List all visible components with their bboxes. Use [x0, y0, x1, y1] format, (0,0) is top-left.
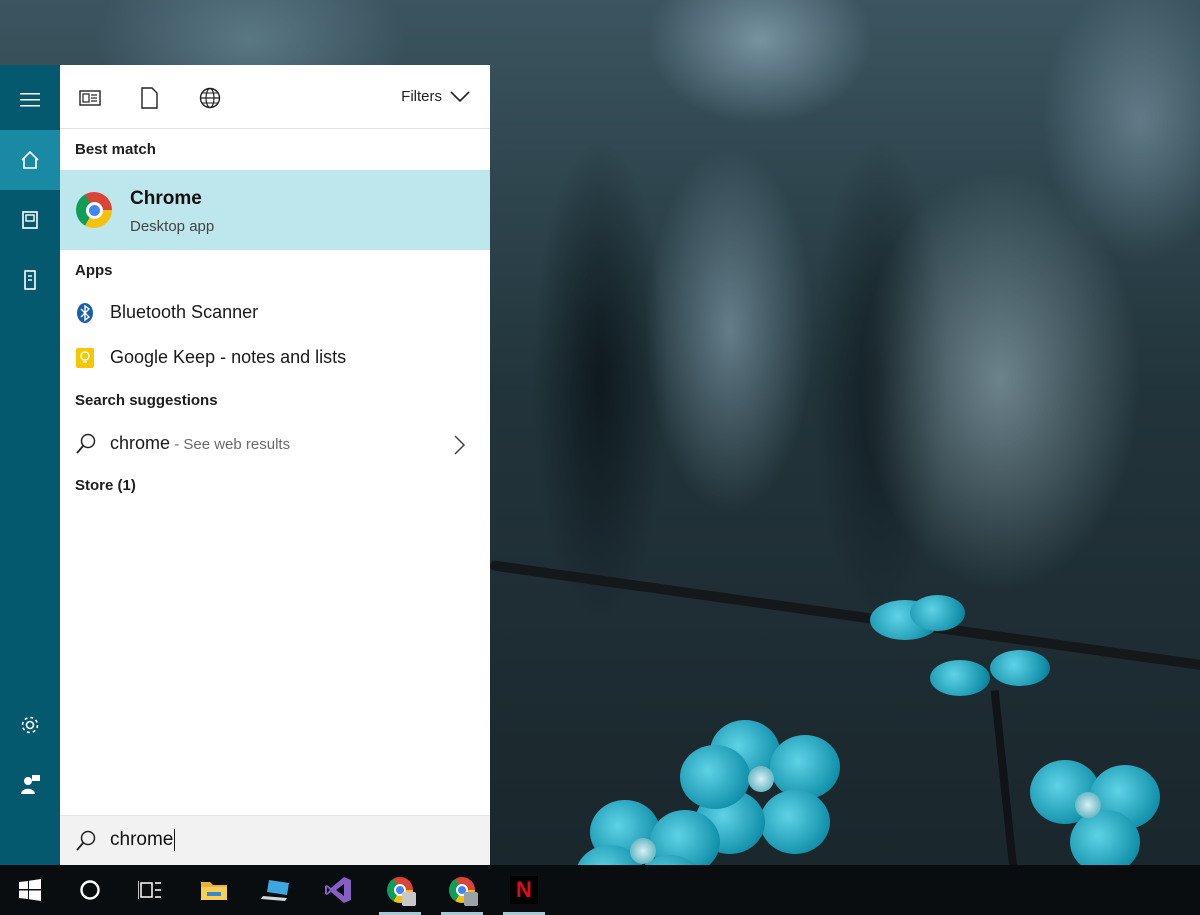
search-icon [76, 830, 96, 851]
apps-heading: Apps [75, 262, 113, 279]
globe-icon [199, 87, 221, 109]
scope-bar: Filters [60, 65, 490, 129]
suggestion-text: chrome - See web results [110, 433, 290, 454]
home-button[interactable] [0, 130, 60, 190]
document-icon [141, 87, 158, 109]
filters-label: Filters [401, 88, 442, 105]
wallpaper-stem [990, 690, 1018, 865]
chevron-down-icon [450, 90, 470, 102]
best-match-heading: Best match [75, 141, 156, 158]
app-result-google-keep[interactable]: Google Keep - notes and lists [60, 338, 490, 378]
hamburger-icon [20, 93, 40, 107]
documents-icon [22, 211, 38, 229]
store-heading[interactable]: Store (1) [75, 477, 136, 494]
suggestion-hint: - See web results [170, 436, 291, 453]
search-box[interactable]: chrome [60, 815, 490, 865]
bluetooth-icon [77, 303, 93, 323]
file-explorer-icon [201, 882, 227, 900]
documents-scope-button[interactable] [138, 87, 160, 109]
task-view-button[interactable] [125, 865, 175, 915]
wallpaper-stem [489, 560, 1200, 676]
settings-button[interactable] [0, 695, 60, 755]
documents-button[interactable] [0, 190, 60, 250]
taskbar-netflix[interactable]: N [499, 865, 549, 915]
device-icon [24, 270, 36, 290]
windows-icon [19, 879, 41, 901]
app-result-bluetooth-scanner[interactable]: Bluetooth Scanner [60, 293, 490, 333]
cortana-button[interactable] [65, 865, 115, 915]
netflix-icon: N [510, 876, 538, 904]
filters-button[interactable]: Filters [401, 88, 470, 105]
apps-scope-icon [79, 90, 101, 106]
start-button[interactable] [5, 865, 55, 915]
device-button[interactable] [0, 250, 60, 310]
settings-icon [21, 716, 39, 734]
apps-scope-button[interactable] [79, 87, 101, 109]
taskbar-file-explorer[interactable] [189, 865, 239, 915]
web-suggestion-chrome[interactable]: chrome - See web results [60, 423, 490, 465]
menu-button[interactable] [0, 70, 60, 130]
web-scope-button[interactable] [199, 87, 221, 109]
taskbar-chrome-profile-1[interactable] [375, 865, 425, 915]
suggestion-query: chrome [110, 433, 171, 453]
taskbar-chrome-profile-2[interactable] [437, 865, 487, 915]
feedback-icon [21, 775, 40, 794]
home-icon [21, 150, 39, 169]
best-match-title: Chrome [130, 188, 202, 209]
cortana-icon [80, 880, 100, 900]
search-icon [76, 433, 96, 454]
profile-avatar [464, 892, 478, 906]
taskbar-this-pc[interactable] [251, 865, 301, 915]
taskbar-visual-studio[interactable] [313, 865, 363, 915]
best-match-result[interactable]: Chrome Desktop app [60, 170, 490, 250]
this-pc-icon [261, 880, 289, 901]
app-label: Google Keep - notes and lists [110, 347, 347, 367]
task-view-icon [138, 881, 161, 899]
app-label: Bluetooth Scanner [110, 302, 259, 322]
chrome-icon [76, 192, 112, 228]
feedback-button[interactable] [0, 755, 60, 815]
keep-icon [76, 348, 94, 368]
search-panel: Filters Best match Chrome Desktop app Ap… [60, 65, 490, 865]
profile-avatar [402, 892, 416, 906]
best-match-subtitle: Desktop app [130, 218, 215, 235]
chevron-right-icon[interactable] [454, 435, 466, 455]
start-rail [0, 65, 60, 865]
visual-studio-icon [325, 877, 351, 903]
search-input[interactable]: chrome [110, 829, 176, 851]
search-suggestions-heading: Search suggestions [75, 392, 218, 409]
taskbar: N [0, 865, 1200, 915]
